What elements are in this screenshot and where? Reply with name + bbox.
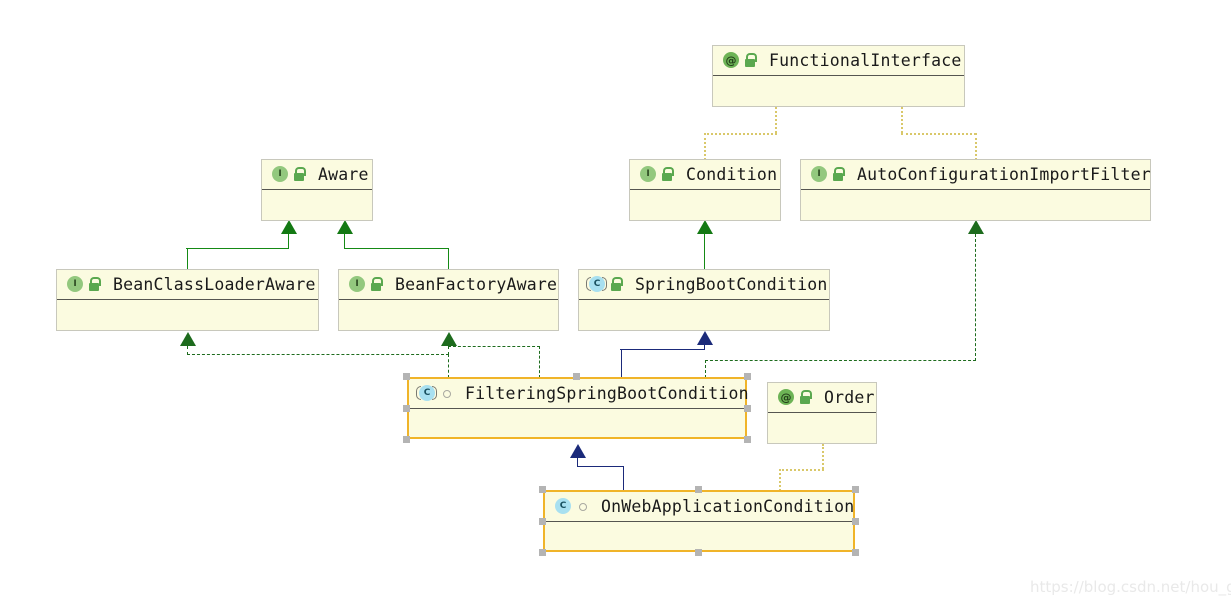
node-members-area <box>630 190 780 250</box>
node-header: I BeanClassLoaderAware <box>57 270 318 300</box>
node-members-area <box>768 413 876 473</box>
node-members-area <box>339 300 558 360</box>
public-unlocked-icon <box>609 276 627 294</box>
connector-fsbc-acif-v1 <box>705 360 706 378</box>
connector-owac-fsbc-v1 <box>623 466 624 491</box>
selection-handle-s[interactable] <box>695 549 702 556</box>
node-members-area <box>801 190 1150 250</box>
node-members-area <box>57 300 318 360</box>
interface-icon: I <box>65 275 84 294</box>
uml-node-condition[interactable]: I Condition <box>629 159 781 221</box>
selection-handle-w[interactable] <box>539 518 546 525</box>
node-title: Aware <box>318 165 369 184</box>
uml-node-onwebapplicationcondition[interactable]: C OnWebApplicationCondition <box>543 490 855 552</box>
uml-diagram-canvas: @ FunctionalInterface I Aware I Conditio… <box>0 0 1231 609</box>
node-title: OnWebApplicationCondition <box>601 497 855 516</box>
uml-node-autoconfigurationimportfilter[interactable]: I AutoConfigurationImportFilter <box>800 159 1151 221</box>
watermark-text: https://blog.csdn.net/hou_ge <box>1030 578 1231 596</box>
node-members-area <box>579 300 829 360</box>
node-members-area <box>409 409 745 467</box>
selection-handle-nw[interactable] <box>403 373 410 380</box>
node-header: I BeanFactoryAware <box>339 270 558 300</box>
connector-fsbc-acif-v2 <box>975 234 976 361</box>
node-header: C SpringBootCondition <box>579 270 829 300</box>
connector-condition-functionalinterface-v2 <box>704 133 706 160</box>
node-title: FilteringSpringBootCondition <box>465 384 749 403</box>
public-unlocked-icon <box>743 52 761 70</box>
node-header: I AutoConfigurationImportFilter <box>801 160 1151 190</box>
node-header: @ Order <box>768 383 876 413</box>
connector-autoconfig-functionalinterface-v2 <box>975 133 977 160</box>
package-private-icon <box>575 498 593 516</box>
node-header: @ FunctionalInterface <box>713 46 964 76</box>
public-unlocked-icon <box>292 166 310 184</box>
selection-handle-sw[interactable] <box>403 436 410 443</box>
selection-handle-ne[interactable] <box>852 486 859 493</box>
abstract-class-icon: C <box>416 384 437 403</box>
interface-icon: I <box>270 165 289 184</box>
uml-node-springbootcondition[interactable]: C SpringBootCondition <box>578 269 830 331</box>
annotation-icon: @ <box>721 51 740 70</box>
node-header: I Aware <box>262 160 372 190</box>
public-unlocked-icon <box>831 166 849 184</box>
selection-handle-n[interactable] <box>695 486 702 493</box>
interface-icon: I <box>347 275 366 294</box>
class-icon: C <box>553 497 572 516</box>
public-unlocked-icon <box>369 276 387 294</box>
interface-icon: I <box>809 165 828 184</box>
uml-node-beanfactoryaware[interactable]: I BeanFactoryAware <box>338 269 559 331</box>
node-title: SpringBootCondition <box>635 275 828 294</box>
node-members-area <box>262 190 372 250</box>
node-header: I Condition <box>630 160 780 190</box>
abstract-class-icon: C <box>586 275 607 294</box>
selection-handle-sw[interactable] <box>539 549 546 556</box>
selection-handle-se[interactable] <box>852 549 859 556</box>
package-private-icon <box>439 385 457 403</box>
node-title: BeanFactoryAware <box>395 275 558 294</box>
node-title: AutoConfigurationImportFilter <box>857 165 1151 184</box>
node-title: FunctionalInterface <box>769 51 962 70</box>
uml-node-aware[interactable]: I Aware <box>261 159 373 221</box>
node-header: C FilteringSpringBootCondition <box>409 379 749 409</box>
selection-handle-nw[interactable] <box>539 486 546 493</box>
node-title: Condition <box>686 165 778 184</box>
selection-handle-ne[interactable] <box>744 373 751 380</box>
selection-handle-n[interactable] <box>573 373 580 380</box>
uml-node-functionalinterface[interactable]: @ FunctionalInterface <box>712 45 965 107</box>
public-unlocked-icon <box>660 166 678 184</box>
public-unlocked-icon <box>798 389 816 407</box>
selection-handle-w[interactable] <box>403 405 410 412</box>
uml-node-order[interactable]: @ Order <box>767 382 877 444</box>
node-title: Order <box>824 388 875 407</box>
selection-handle-e[interactable] <box>852 518 859 525</box>
selection-handle-e[interactable] <box>744 405 751 412</box>
node-members-area <box>713 76 964 136</box>
connector-bfa-aware-v1 <box>448 248 449 270</box>
node-title: BeanClassLoaderAware <box>113 275 316 294</box>
connector-fsbc-acif-h <box>705 360 976 361</box>
public-unlocked-icon <box>87 276 105 294</box>
interface-icon: I <box>638 165 657 184</box>
connector-bcla-aware-v1 <box>187 248 188 270</box>
uml-node-beanclassloaderaware[interactable]: I BeanClassLoaderAware <box>56 269 319 331</box>
annotation-icon: @ <box>776 388 795 407</box>
uml-node-filteringspringbootcondition[interactable]: C FilteringSpringBootCondition <box>407 377 749 439</box>
selection-handle-se[interactable] <box>744 436 751 443</box>
node-header: C OnWebApplicationCondition <box>545 492 855 522</box>
